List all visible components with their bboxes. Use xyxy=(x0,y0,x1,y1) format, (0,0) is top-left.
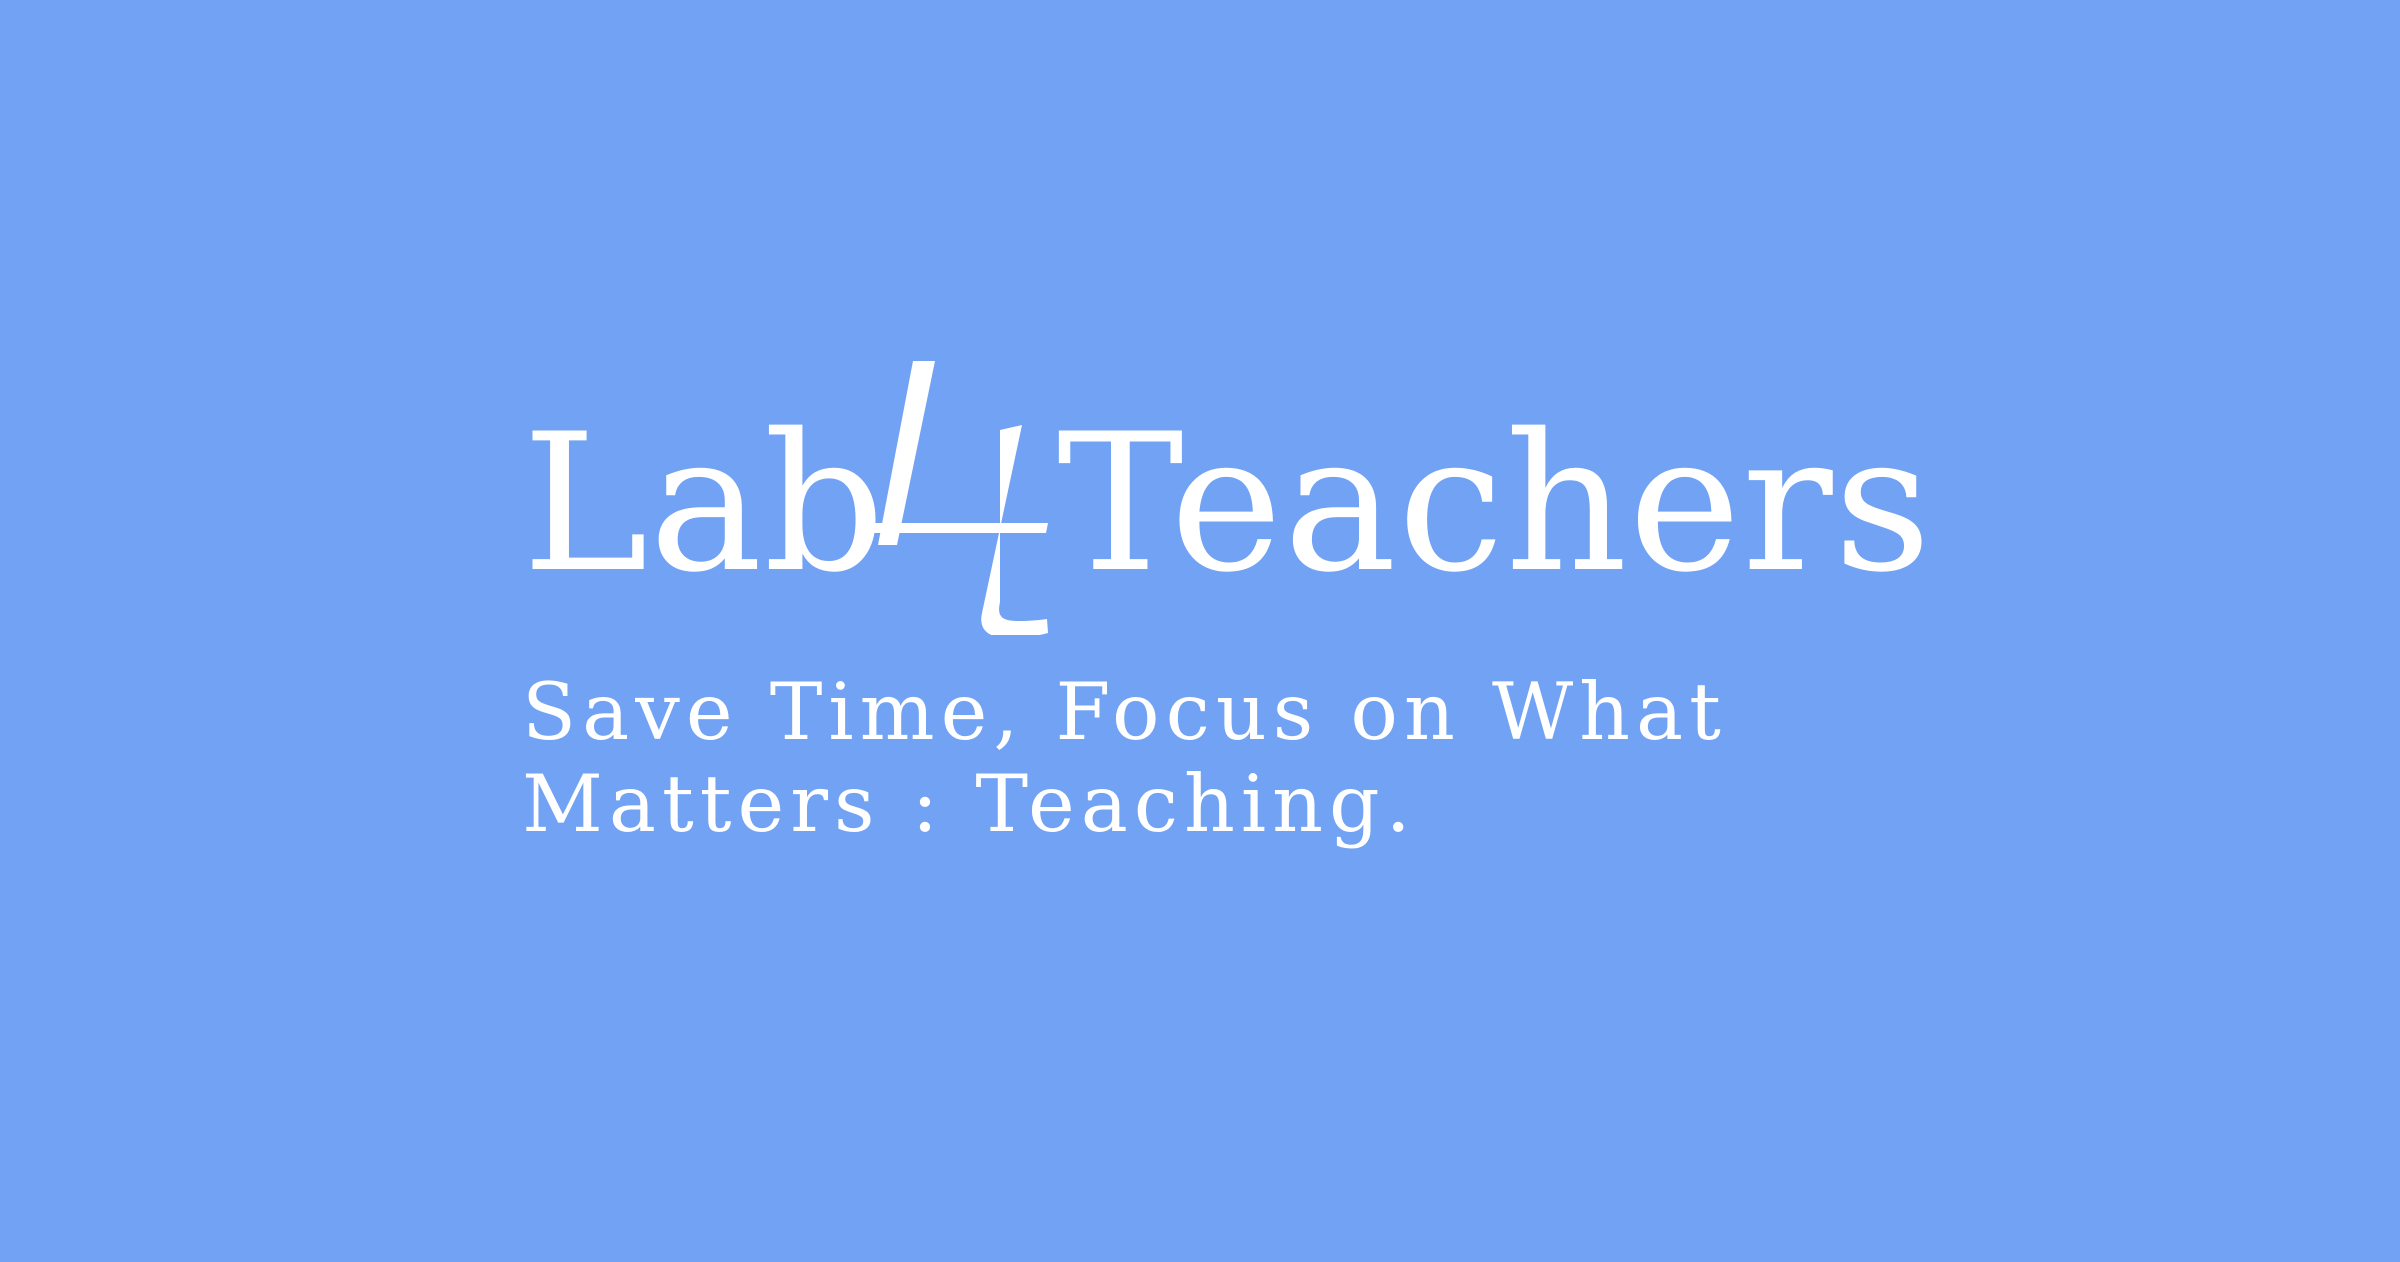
logo-word-lab: Lab xyxy=(522,393,887,614)
tagline-line-1: Save Time, Focus on What xyxy=(522,666,1727,758)
tagline: Save Time, Focus on What Matters : Teach… xyxy=(522,666,1822,850)
brand-banner: Lab 4 Teachers Save Time, Focus on What … xyxy=(0,0,2400,1262)
logo-word-teachers: Teachers xyxy=(1057,393,1933,614)
brand-logo: Lab 4 Teachers xyxy=(522,355,1931,635)
logo-four-glyph: 4 xyxy=(870,361,1048,635)
tagline-line-2: Matters : Teaching. xyxy=(522,758,1417,850)
